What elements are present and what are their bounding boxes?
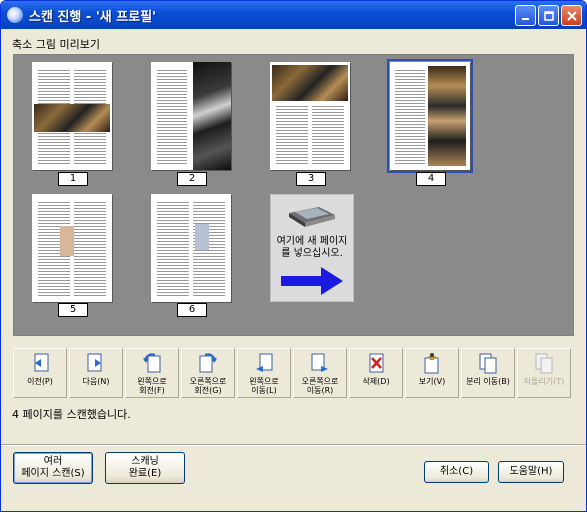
app-icon [7, 7, 23, 23]
rotate-left-button[interactable]: 왼쪽으로 회전(F) [125, 348, 179, 398]
split-button[interactable]: 분리 이동(B) [461, 348, 515, 398]
move-left-button[interactable]: 왼쪽으로 이동(L) [237, 348, 291, 398]
finish-scanning-button[interactable]: 스캐닝 완료(E) [105, 452, 185, 484]
delete-button-label: 삭제(D) [362, 377, 390, 386]
view-icon [424, 353, 439, 374]
move-left-icon [256, 353, 273, 372]
page-number-4: 4 [416, 172, 446, 186]
finish-scanning-label-2: 완료(E) [128, 468, 162, 479]
window-controls [515, 5, 582, 26]
insert-page-text-line2: 를 넣으십시오. [281, 248, 343, 259]
page-thumbnail-6[interactable] [151, 194, 231, 302]
scan-multiple-label-1: 여러 [43, 456, 63, 467]
rotate-left-label-1: 왼쪽으로 [137, 377, 167, 386]
next-page-icon [87, 353, 102, 372]
minimize-icon [521, 17, 529, 20]
scanner-icon [289, 207, 335, 227]
rotate-left-icon [143, 353, 161, 373]
arrow-right-icon [281, 267, 343, 295]
rotate-right-button[interactable]: 오른쪽으로 회전(G) [181, 348, 235, 398]
page-number-3: 3 [296, 172, 326, 186]
page-thumbnail-2[interactable] [151, 62, 231, 170]
move-left-label-2: 이동(L) [251, 386, 277, 395]
title-bar[interactable]: 스캔 진행 - '새 프로필' [1, 1, 586, 29]
page-thumbnail-1[interactable] [32, 62, 112, 170]
next-button[interactable]: 다음(N) [69, 348, 123, 398]
rotate-right-label-1: 오른쪽으로 [189, 377, 227, 386]
page-number-2: 2 [177, 172, 207, 186]
previous-button-label: 이전(P) [27, 377, 53, 386]
thumbnail-preview-label: 축소 그림 미리보기 [12, 38, 100, 51]
window-title: 스캔 진행 - '새 프로필' [29, 9, 157, 25]
move-right-icon [311, 353, 328, 372]
move-right-label-1: 오른쪽으로 [301, 377, 339, 386]
delete-button[interactable]: 삭제(D) [349, 348, 403, 398]
maximize-button[interactable] [538, 5, 559, 26]
view-button-label: 보기(V) [418, 377, 446, 386]
page-thumbnail-4[interactable] [387, 59, 473, 173]
previous-button[interactable]: 이전(P) [13, 348, 67, 398]
status-text: 4 페이지를 스캔했습니다. [12, 408, 131, 421]
close-button[interactable] [561, 5, 582, 26]
move-right-label-2: 이동(R) [306, 386, 334, 395]
next-button-label: 다음(N) [82, 377, 110, 386]
undo-button-label: 되돌리기(T) [523, 377, 565, 386]
maximize-icon [543, 10, 554, 21]
minimize-button[interactable] [515, 5, 536, 26]
insert-page-placeholder: 여기에 새 페이지 를 넣으십시오. [270, 194, 354, 302]
page-toolbar: 이전(P) 다음(N) 왼쪽으로 회전(F) 오른쪽으로 회전(G) 왼쪽으로 … [13, 348, 571, 400]
scan-progress-window: 스캔 진행 - '새 프로필' 축소 그림 미리보기 1 2 3 4 5 6 여… [0, 0, 587, 512]
close-icon [566, 10, 577, 21]
rotate-right-label-2: 회전(G) [194, 386, 222, 395]
rotate-right-icon [199, 353, 217, 373]
cancel-button[interactable]: 취소(C) [424, 461, 489, 483]
page-thumbnail-3[interactable] [270, 62, 350, 170]
undo-button[interactable]: 되돌리기(T) [517, 348, 571, 398]
scan-multiple-pages-button[interactable]: 여러 페이지 스캔(S) [13, 452, 93, 484]
view-button[interactable]: 보기(V) [405, 348, 459, 398]
split-button-label: 분리 이동(B) [466, 377, 510, 386]
page-number-1: 1 [58, 172, 88, 186]
help-button[interactable]: 도움말(H) [498, 461, 564, 483]
thumbnail-preview-pane[interactable]: 1 2 3 4 5 6 여기에 새 페이지 를 넣으십시오. [13, 54, 574, 336]
finish-scanning-label-1: 스캐닝 [131, 456, 159, 467]
insert-page-text-line1: 여기에 새 페이지 [276, 236, 348, 247]
scan-multiple-label-2: 페이지 스캔(S) [21, 468, 85, 479]
rotate-left-label-2: 회전(F) [139, 386, 165, 395]
move-left-label-1: 왼쪽으로 [249, 377, 279, 386]
insert-page-text: 여기에 새 페이지 를 넣으십시오. [271, 236, 353, 260]
undo-icon [535, 353, 553, 374]
split-icon [479, 353, 497, 374]
page-number-5: 5 [58, 303, 88, 317]
page-thumbnail-5[interactable] [32, 194, 112, 302]
move-right-button[interactable]: 오른쪽으로 이동(R) [293, 348, 347, 398]
delete-icon [369, 353, 384, 373]
divider [1, 444, 586, 446]
previous-page-icon [34, 353, 49, 372]
page-number-6: 6 [177, 303, 207, 317]
